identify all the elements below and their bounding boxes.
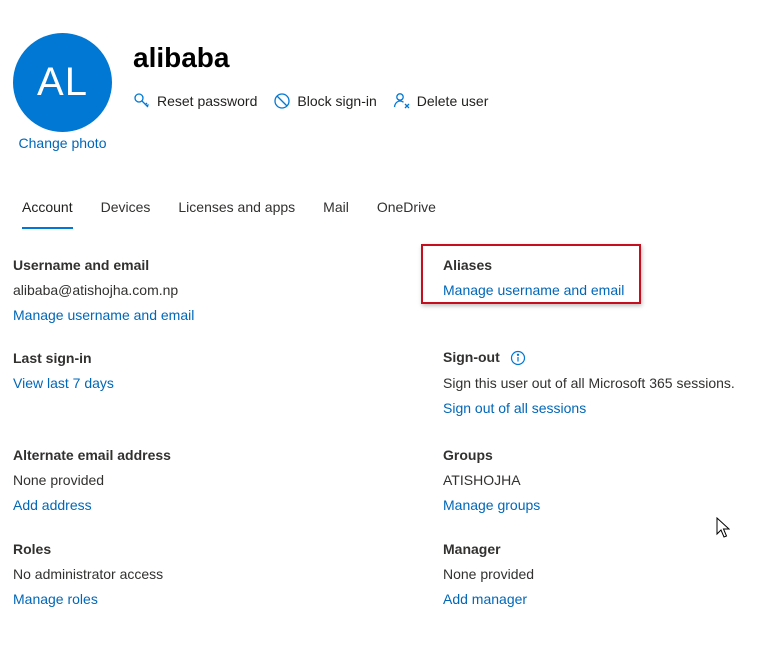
tab-mail[interactable]: Mail (323, 199, 349, 229)
signout-description: Sign this user out of all Microsoft 365 … (443, 375, 735, 392)
aliases-highlight-box (421, 244, 641, 304)
username-value: alibaba@atishojha.com.np (13, 282, 179, 298)
delete-user-label: Delete user (416, 93, 489, 109)
manager-value: None provided (443, 566, 535, 582)
reset-password-label: Reset password (157, 93, 258, 109)
block-icon (273, 92, 291, 110)
user-display-name: alibaba (133, 42, 230, 73)
section-title: Manager (443, 541, 501, 557)
manager-section: Manager None provided Add manager (443, 541, 534, 607)
section-title: Groups (443, 447, 493, 463)
manage-groups-link[interactable]: Manage groups (443, 497, 540, 513)
roles-value: No administrator access (13, 566, 164, 582)
info-icon[interactable] (510, 350, 526, 366)
add-address-link[interactable]: Add address (13, 497, 171, 513)
sign-out-all-sessions-link[interactable]: Sign out of all sessions (443, 400, 735, 416)
reset-password-button[interactable]: Reset password (133, 92, 257, 110)
groups-section: Groups ATISHOJHA Manage groups (443, 447, 540, 513)
section-title: Roles (13, 541, 52, 557)
change-photo-link[interactable]: Change photo (0, 135, 125, 151)
username-section: Username and email alibaba@atishojha.com… (13, 257, 194, 323)
block-signin-label: Block sign-in (297, 93, 377, 109)
roles-section: Roles No administrator access Manage rol… (13, 541, 163, 607)
tab-licenses-and-apps[interactable]: Licenses and apps (178, 199, 295, 229)
mouse-cursor-icon (716, 516, 731, 544)
delete-user-icon (393, 92, 411, 110)
key-icon (133, 92, 151, 110)
tab-bar: Account Devices Licenses and apps Mail O… (22, 199, 464, 229)
tab-onedrive[interactable]: OneDrive (377, 199, 436, 229)
alternate-email-section: Alternate email address None provided Ad… (13, 447, 171, 513)
signout-section: Sign-out Sign this user out of all Micro… (443, 349, 735, 416)
avatar: AL (13, 33, 112, 132)
section-title: Alternate email address (13, 447, 171, 463)
last-signin-section: Last sign-in View last 7 days (13, 350, 114, 391)
section-title: Username and email (13, 257, 150, 273)
tab-devices[interactable]: Devices (101, 199, 151, 229)
add-manager-link[interactable]: Add manager (443, 591, 534, 607)
block-signin-button[interactable]: Block sign-in (273, 92, 377, 110)
alternate-email-value: None provided (13, 472, 105, 488)
user-actions-toolbar: Reset password Block sign-in Delete user (133, 92, 488, 110)
avatar-initials: AL (37, 60, 88, 104)
section-title-row: Sign-out (443, 349, 735, 366)
section-title: Sign-out (443, 349, 500, 365)
manage-username-link[interactable]: Manage username and email (13, 307, 194, 323)
view-last-7-days-link[interactable]: View last 7 days (13, 375, 114, 391)
groups-value: ATISHOJHA (443, 472, 521, 488)
section-title: Last sign-in (13, 350, 92, 366)
manage-roles-link[interactable]: Manage roles (13, 591, 163, 607)
tab-account[interactable]: Account (22, 199, 73, 229)
delete-user-button[interactable]: Delete user (393, 92, 489, 110)
